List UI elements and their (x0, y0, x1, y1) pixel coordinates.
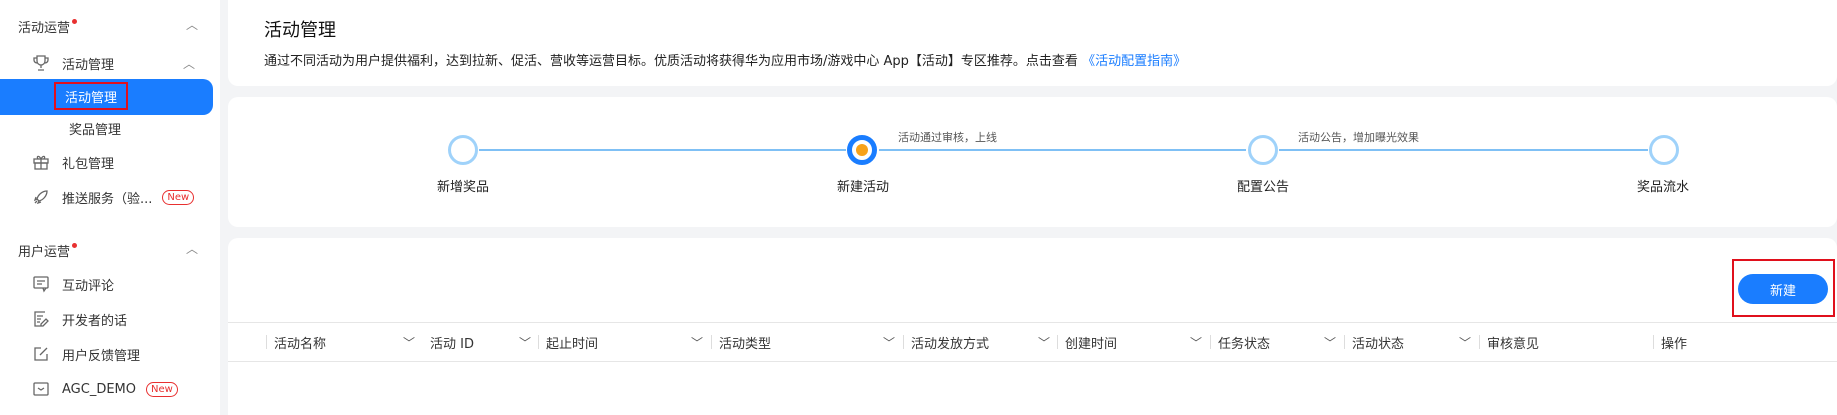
step-hint-review: 活动通过审核，上线 (898, 131, 997, 144)
column-header-label: 审核意见 (1487, 336, 1540, 352)
column-separator (538, 335, 539, 349)
sidebar-group-activity-management[interactable]: 活动管理 ︿ (0, 46, 213, 80)
header-card (228, 0, 1837, 86)
sidebar-item-push-service[interactable]: 推送服务（验... New (0, 180, 213, 214)
chevron-up-icon[interactable]: ︿ (183, 55, 195, 72)
step-1-circle (448, 135, 478, 165)
column-header-task-status[interactable]: 任务状态 ﹀ (1210, 323, 1344, 361)
column-header-label: 任务状态 (1218, 336, 1271, 352)
chevron-down-icon[interactable]: ﹀ (1190, 334, 1202, 351)
column-header-activity-name[interactable]: 活动名称 ﹀ (266, 323, 422, 361)
sidebar-item-developer-label: 开发者的话 (62, 313, 128, 329)
column-header-label: 活动类型 (719, 336, 772, 352)
column-separator (711, 335, 712, 349)
edit-square-icon (30, 343, 52, 365)
section-user-ops-label: 用户运营 (18, 244, 71, 260)
sidebar-item-feedback-label: 用户反馈管理 (62, 348, 141, 364)
sidebar-item-push-label: 推送服务（验... (62, 191, 153, 207)
sidebar-item-activity-label: 活动管理 (54, 82, 128, 110)
chevron-up-icon[interactable]: ︿ (186, 240, 198, 257)
activity-guide-link[interactable]: 《活动配置指南》 (1082, 54, 1186, 69)
box-icon (30, 378, 52, 400)
step-4-label: 奖品流水 (1636, 180, 1690, 195)
comment-icon (30, 273, 52, 295)
page-description: 通过不同活动为用户提供福利，达到拉新、促活、营收等运营目标。优质活动将获得华为应… (264, 50, 1186, 69)
column-header-actions: 操作 (1653, 323, 1837, 361)
step-3-circle (1248, 135, 1278, 165)
chevron-down-icon[interactable]: ﹀ (403, 334, 415, 351)
column-header-distribution-method[interactable]: 活动发放方式 ﹀ (903, 323, 1057, 361)
column-separator (903, 335, 904, 349)
gift-icon (30, 151, 52, 173)
column-header-label: 活动发放方式 (911, 336, 990, 352)
column-header-label: 活动状态 (1352, 336, 1405, 352)
column-header-label: 起止时间 (546, 336, 599, 352)
sidebar: 活动运营 ︿ 活动管理 ︿ 活动管理 奖品管理 礼包管理 推送服务（验... N… (0, 0, 220, 415)
step-2-label: 新建活动 (836, 180, 890, 195)
column-header-activity-type[interactable]: 活动类型 ﹀ (711, 323, 903, 361)
column-header-label: 操作 (1661, 336, 1688, 352)
chevron-down-icon[interactable]: ﹀ (1038, 334, 1050, 351)
column-separator (1479, 335, 1480, 349)
column-separator (1653, 335, 1654, 349)
sidebar-item-user-feedback[interactable]: 用户反馈管理 (0, 337, 213, 371)
step-hint-announcement: 活动公告，增加曝光效果 (1298, 131, 1419, 144)
chevron-down-icon[interactable]: ﹀ (1459, 334, 1471, 351)
column-separator (1344, 335, 1345, 349)
chevron-down-icon[interactable]: ﹀ (519, 334, 531, 351)
section-user-ops[interactable]: 用户运营 ︿ (18, 240, 198, 260)
sidebar-item-gift-management[interactable]: 礼包管理 (0, 145, 213, 179)
column-separator (1057, 335, 1058, 349)
sidebar-item-gift-label: 礼包管理 (62, 156, 115, 172)
step-1-label: 新增奖品 (436, 180, 490, 195)
red-dot-indicator (72, 18, 78, 24)
step-2-circle-active (847, 135, 877, 165)
sidebar-item-activity-management[interactable]: 活动管理 (0, 79, 213, 115)
column-header-label: 活动名称 (274, 336, 327, 352)
column-header-review-comments: 审核意见 (1479, 323, 1653, 361)
column-header-activity-id[interactable]: 活动 ID ﹀ (422, 323, 538, 361)
step-3-label: 配置公告 (1236, 180, 1290, 195)
column-header-label: 活动 ID (430, 336, 474, 352)
sidebar-item-agc-demo[interactable]: AGC_DEMO New (0, 372, 213, 406)
document-edit-icon (30, 308, 52, 330)
column-separator (266, 335, 267, 349)
new-badge: New (162, 189, 195, 205)
page-title: 活动管理 (264, 20, 336, 41)
chevron-down-icon[interactable]: ﹀ (1324, 334, 1336, 351)
table-header: 活动名称 ﹀ 活动 ID ﹀ 起止时间 ﹀ 活动类型 ﹀ 活动发放方式 ﹀ 创建… (228, 322, 1837, 362)
new-activity-button[interactable]: 新建 (1738, 274, 1828, 304)
chevron-down-icon[interactable]: ﹀ (691, 334, 703, 351)
new-badge: New (146, 381, 178, 397)
sidebar-item-prize-management[interactable]: 奖品管理 (69, 119, 121, 138)
step-connector (479, 149, 846, 151)
sidebar-item-interactive-comments[interactable]: 互动评论 (0, 267, 213, 301)
column-header-time-range[interactable]: 起止时间 ﹀ (538, 323, 711, 361)
section-activity-ops[interactable]: 活动运营 ︿ (18, 16, 198, 36)
chevron-down-icon[interactable]: ﹀ (883, 334, 895, 351)
sidebar-item-agc-label: AGC_DEMO (62, 381, 136, 397)
section-activity-ops-label: 活动运营 (18, 20, 71, 36)
sidebar-group-activity-label: 活动管理 (62, 57, 115, 73)
column-header-created-time[interactable]: 创建时间 ﹀ (1057, 323, 1210, 361)
red-dot-indicator (72, 242, 78, 248)
chevron-up-icon[interactable]: ︿ (186, 16, 198, 33)
column-header-label: 创建时间 (1065, 336, 1118, 352)
column-separator (1210, 335, 1211, 349)
column-header-activity-status[interactable]: 活动状态 ﹀ (1344, 323, 1479, 361)
step-connector (1279, 149, 1648, 151)
sidebar-item-comments-label: 互动评论 (62, 278, 115, 294)
step-4-circle (1649, 135, 1679, 165)
rocket-icon (30, 186, 52, 208)
step-connector (879, 149, 1246, 151)
sidebar-item-developer-words[interactable]: 开发者的话 (0, 302, 213, 336)
trophy-icon (30, 52, 52, 74)
description-text: 通过不同活动为用户提供福利，达到拉新、促活、营收等运营目标。优质活动将获得华为应… (264, 54, 1078, 69)
